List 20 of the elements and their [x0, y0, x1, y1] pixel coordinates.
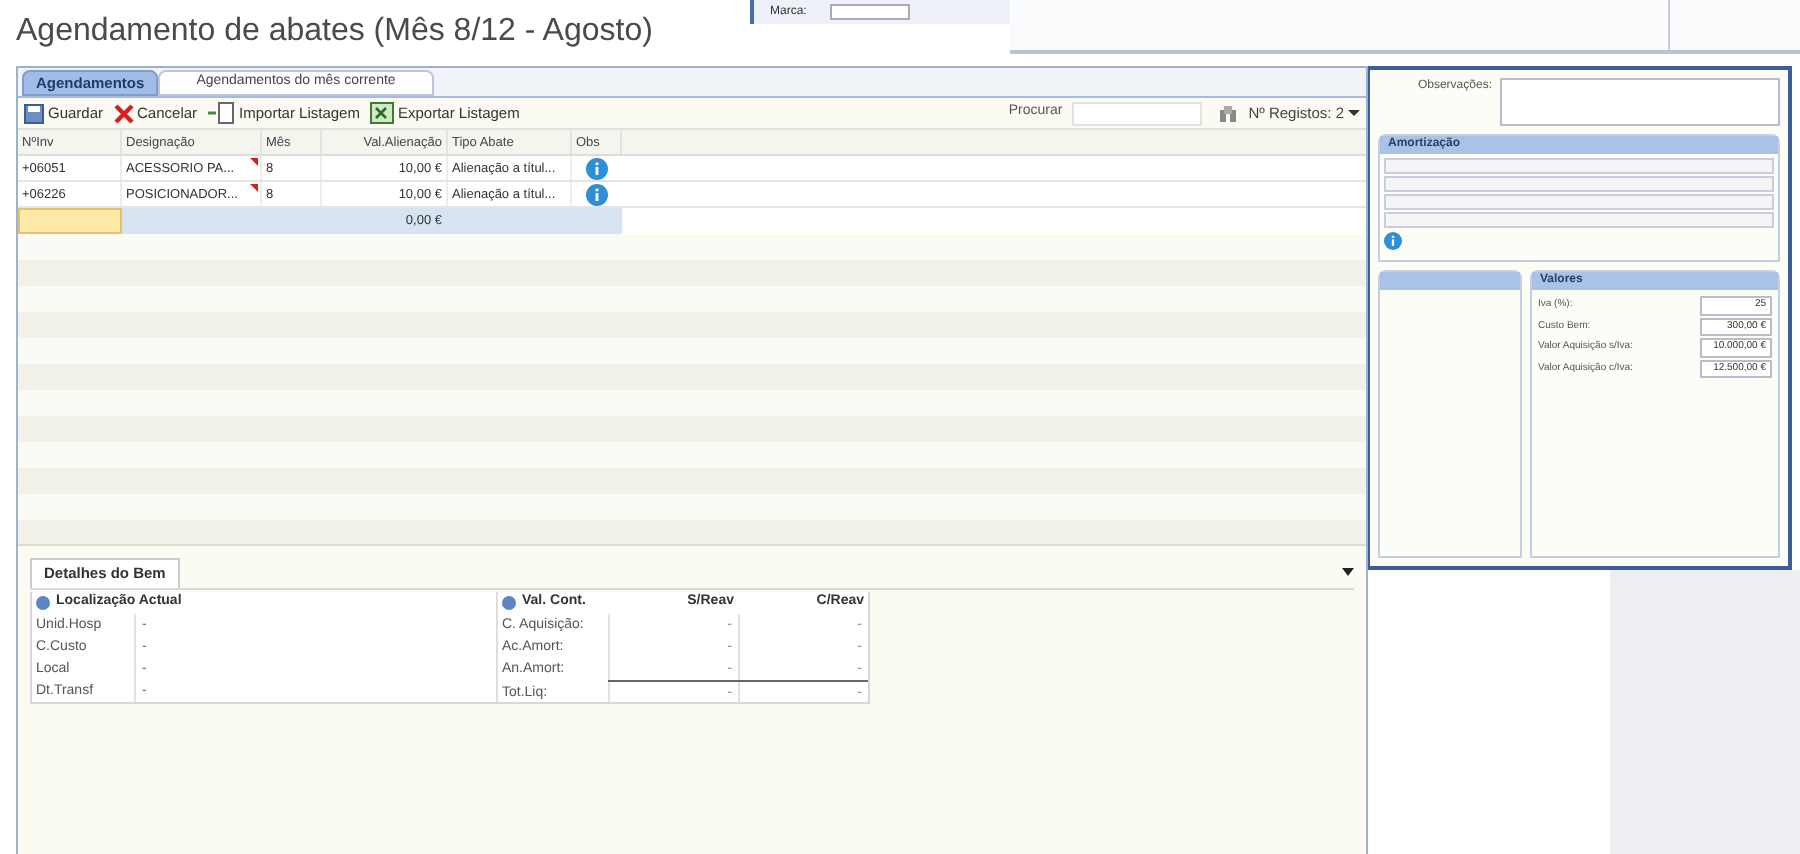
new-row-cell[interactable]	[18, 208, 122, 234]
caret-icon[interactable]	[1342, 568, 1354, 576]
info-icon[interactable]	[1384, 230, 1402, 252]
spreadsheet-icon	[369, 102, 394, 124]
bullet-icon	[502, 596, 516, 610]
caret-icon	[1348, 110, 1360, 116]
bullet-icon	[36, 596, 50, 610]
input-field[interactable]	[1384, 158, 1774, 174]
input-field[interactable]	[1384, 194, 1774, 210]
search-field[interactable]	[1072, 101, 1203, 125]
input-field[interactable]	[830, 4, 911, 20]
input-field[interactable]	[1384, 212, 1774, 228]
binoculars-icon[interactable]	[1218, 103, 1239, 123]
info-icon[interactable]	[586, 157, 608, 179]
observations-field[interactable]	[1500, 78, 1780, 126]
group-header	[1380, 272, 1520, 290]
input-field[interactable]	[1384, 176, 1774, 192]
info-icon[interactable]	[586, 183, 608, 205]
close-icon	[113, 103, 134, 123]
page-title: Agendamento de abates (Mês 8/12 - Agosto)	[16, 12, 653, 52]
